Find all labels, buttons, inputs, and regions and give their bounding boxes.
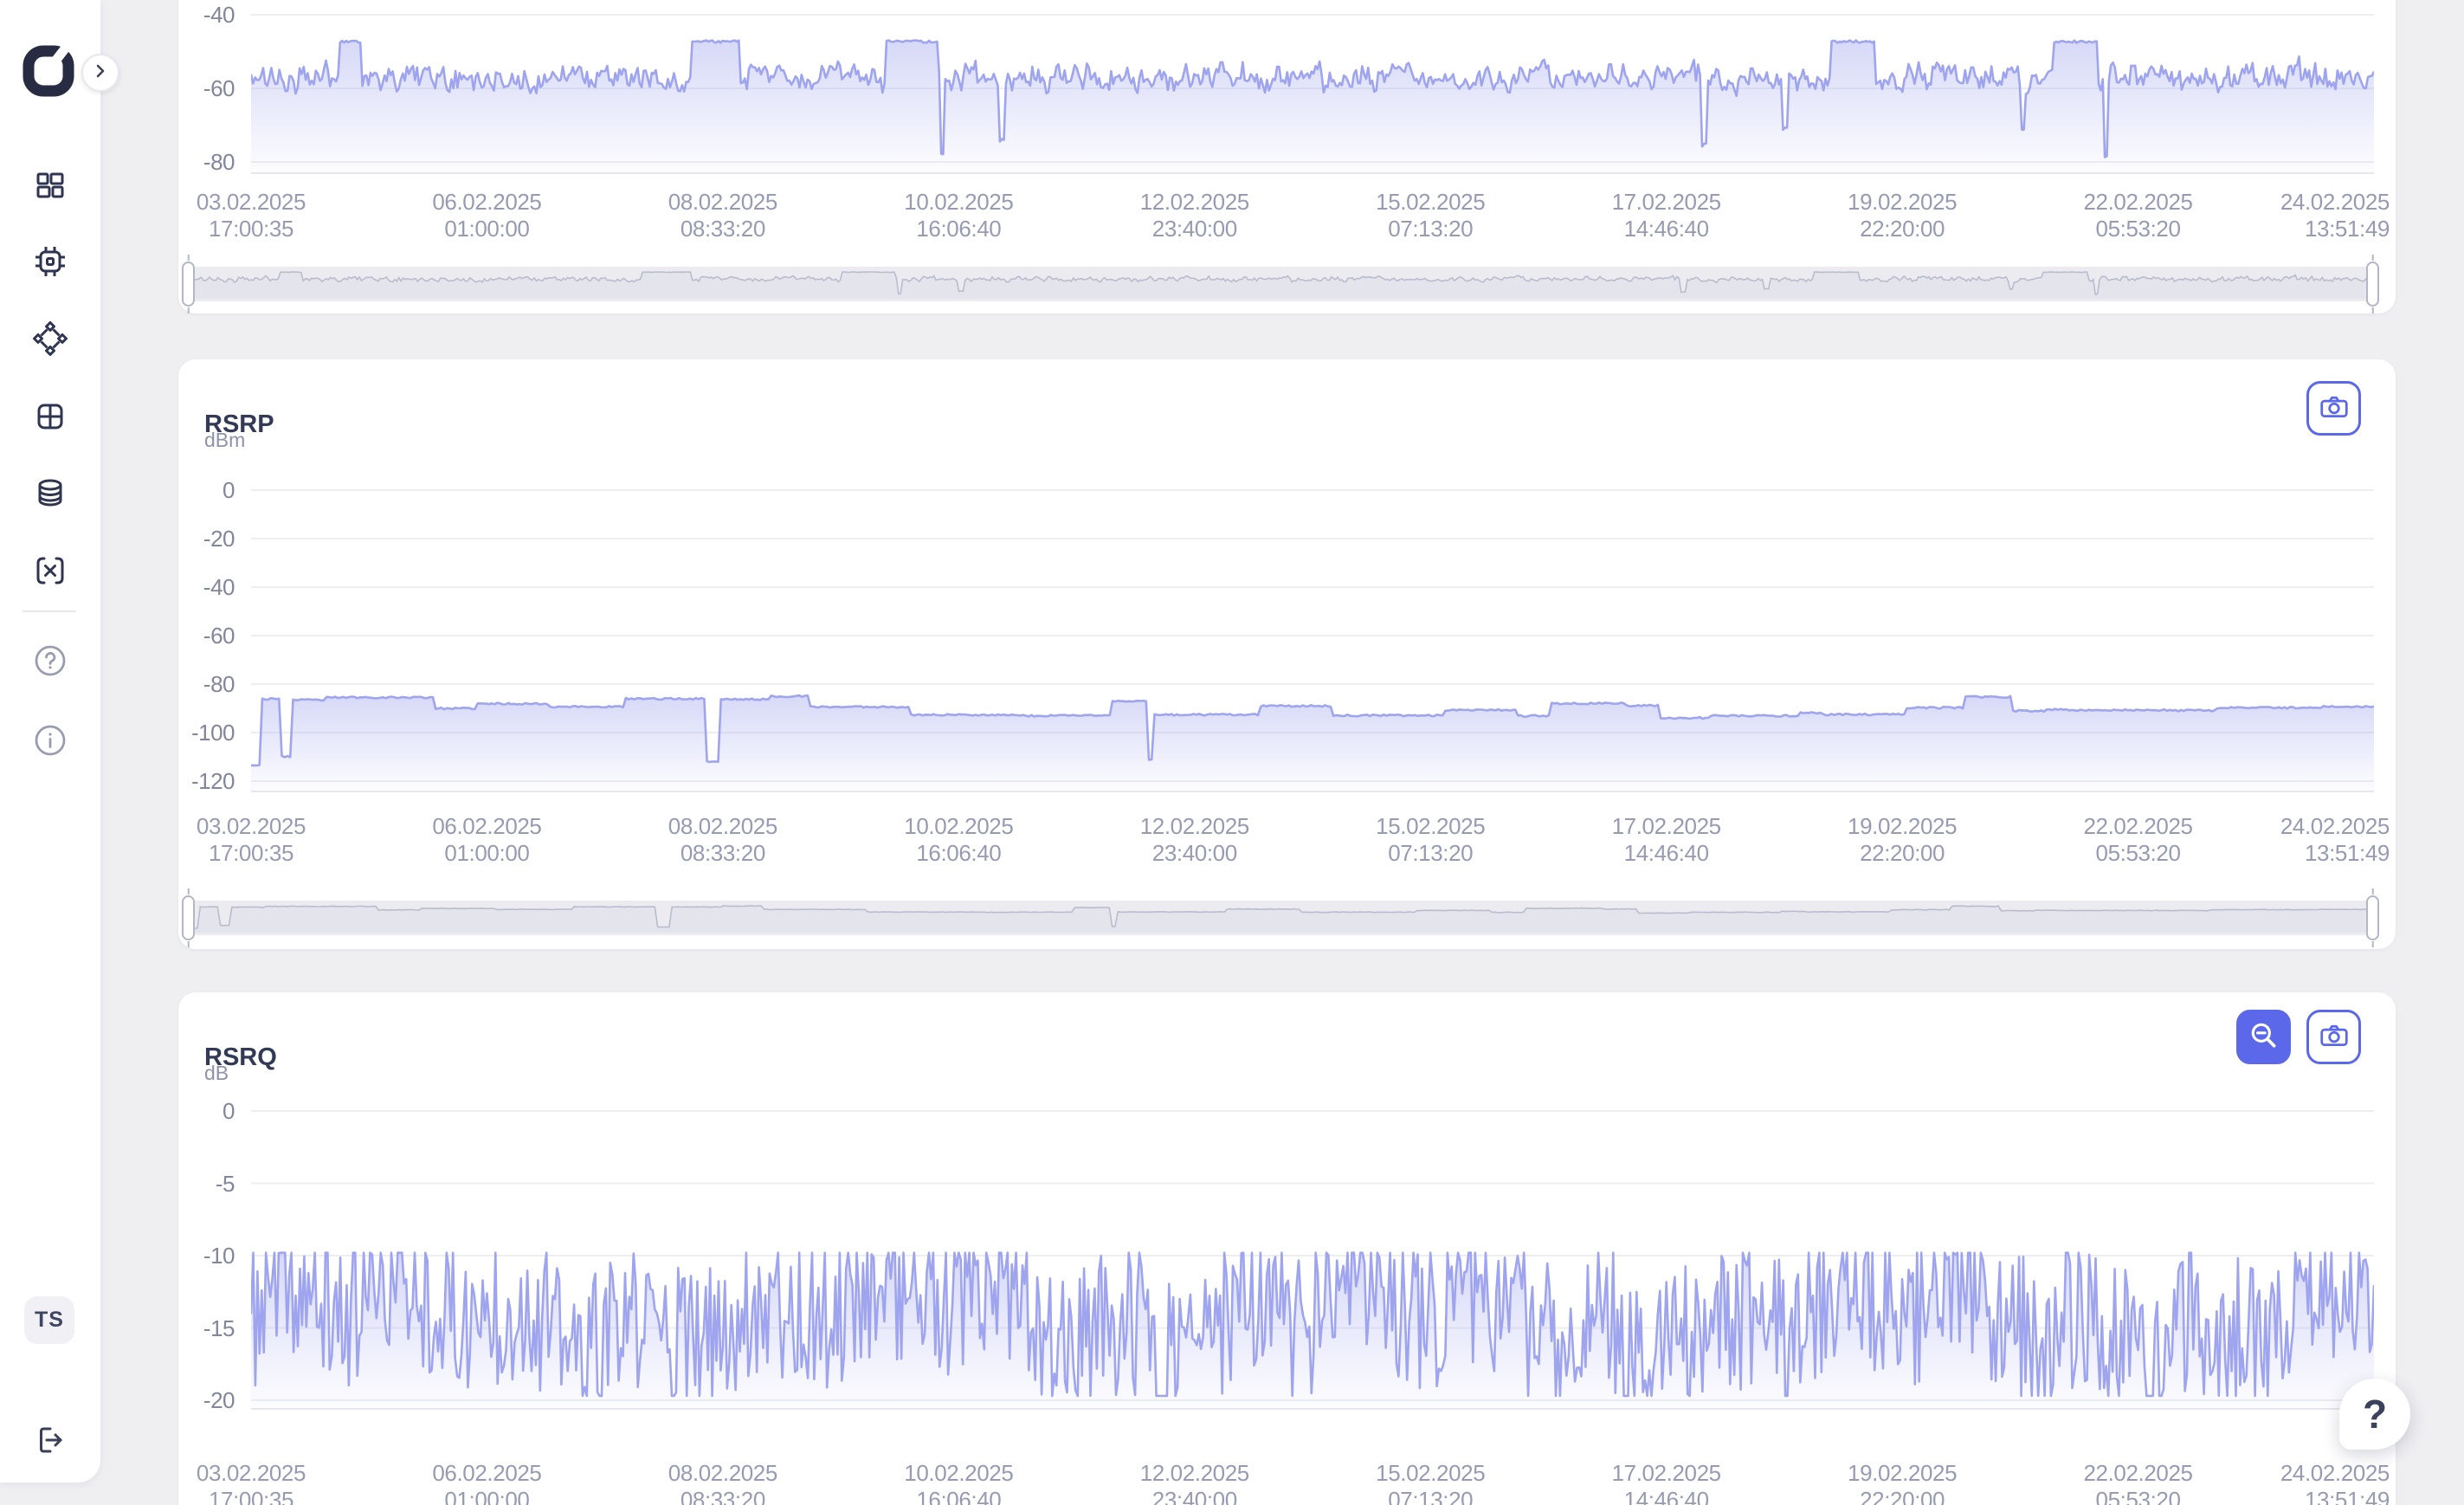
x-axis-label: 10.02.202516:06:40 — [904, 1460, 1013, 1505]
screenshot-button[interactable] — [2306, 381, 2361, 436]
camera-icon — [2319, 391, 2350, 425]
screenshot-button[interactable] — [2306, 1010, 2361, 1064]
chart-plot-area[interactable] — [251, 475, 2374, 812]
x-axis: 03.02.202517:00:3506.02.202501:00:0008.0… — [251, 813, 2374, 874]
chart-card-rsrq: RSRQ dB 0-5-10-15-20 03.02.202517 — [178, 992, 2396, 1505]
sidebar-divider — [23, 610, 76, 612]
x-axis-label: 17.02.202514:46:40 — [1612, 189, 1721, 242]
user-avatar[interactable]: TS — [24, 1296, 74, 1344]
x-axis-label: 08.02.202508:33:20 — [668, 1460, 777, 1505]
y-axis-label: -120 — [178, 768, 235, 794]
sidebar-item-tables[interactable] — [32, 398, 68, 435]
x-axis-label: 10.02.202516:06:40 — [904, 189, 1013, 242]
x-axis-label: 19.02.202522:20:00 — [1848, 189, 1957, 242]
sidebar: TS — [0, 0, 100, 1482]
dashboard-icon — [32, 192, 68, 207]
zoom-out-button[interactable] — [2236, 1010, 2291, 1064]
table-icon — [32, 423, 68, 438]
y-axis-label: -5 — [178, 1171, 235, 1197]
y-axis-label: -60 — [178, 75, 235, 101]
y-axis-label: 0 — [178, 1098, 235, 1124]
brand-logo[interactable] — [21, 43, 76, 99]
app-root: -40-60-80 03.02.202517:00:3506.02.202501… — [0, 0, 2464, 1505]
navigator-left-handle[interactable] — [182, 895, 195, 940]
chip-icon — [32, 268, 68, 283]
x-axis-label: 17.02.202514:46:40 — [1612, 1460, 1721, 1505]
x-axis-label: 10.02.202516:06:40 — [904, 813, 1013, 867]
y-axis-label: -60 — [178, 623, 235, 649]
chart-unit-label: dB — [204, 1062, 229, 1085]
navigator-right-handle[interactable] — [2366, 895, 2379, 940]
y-axis-label: -80 — [178, 149, 235, 175]
x-axis-label: 03.02.202517:00:35 — [197, 1460, 306, 1505]
sidebar-expand-button[interactable] — [81, 54, 119, 92]
x-axis: 03.02.202517:00:3506.02.202501:00:0008.0… — [251, 1460, 2374, 1505]
sidebar-item-database[interactable] — [32, 475, 68, 512]
logout-button[interactable] — [32, 1422, 68, 1458]
x-axis-label: 19.02.202522:20:00 — [1848, 1460, 1957, 1505]
y-axis-label: -20 — [178, 526, 235, 552]
x-axis-label: 06.02.202501:00:00 — [432, 813, 541, 867]
chart-card-rsrp: RSRP dBm 0-20-40-60-80-100-120 03.02.202… — [178, 359, 2396, 949]
x-axis-label: 12.02.202523:40:00 — [1140, 1460, 1249, 1505]
x-axis-label: 06.02.202501:00:00 — [432, 189, 541, 242]
sidebar-item-help[interactable] — [32, 643, 68, 679]
sidebar-item-dashboard[interactable] — [32, 167, 68, 203]
camera-icon — [2319, 1020, 2350, 1054]
x-axis-label: 08.02.202508:33:20 — [668, 189, 777, 242]
variables-icon — [32, 578, 68, 592]
range-navigator[interactable] — [189, 267, 2372, 301]
y-axis-label: -40 — [178, 2, 235, 28]
topology-icon — [32, 346, 68, 360]
chart-plot-area[interactable] — [251, 1095, 2374, 1424]
y-axis-label: 0 — [178, 477, 235, 503]
y-axis-label: -40 — [178, 574, 235, 600]
navigator-right-handle[interactable] — [2366, 262, 2379, 307]
x-axis-label: 03.02.202517:00:35 — [197, 189, 306, 242]
chart-unit-label: dBm — [204, 429, 245, 452]
x-axis-label: 03.02.202517:00:35 — [197, 813, 306, 867]
sidebar-item-info[interactable] — [32, 722, 68, 759]
help-bubble-button[interactable]: ? — [2339, 1379, 2410, 1450]
x-axis-label: 15.02.202507:13:20 — [1376, 813, 1485, 867]
x-axis-label: 08.02.202508:33:20 — [668, 813, 777, 867]
x-axis-label: 12.02.202523:40:00 — [1140, 189, 1249, 242]
x-axis-label: 24.02.202513:51:49 — [2280, 1460, 2390, 1505]
x-axis: 03.02.202517:00:3506.02.202501:00:0008.0… — [251, 189, 2374, 249]
sidebar-item-variables[interactable] — [32, 552, 68, 589]
y-axis-label: -80 — [178, 671, 235, 697]
logout-icon — [32, 1447, 68, 1462]
zoom-out-icon — [2248, 1020, 2280, 1054]
range-navigator[interactable] — [189, 901, 2372, 935]
x-axis-label: 17.02.202514:46:40 — [1612, 813, 1721, 867]
x-axis-label: 22.02.202505:53:20 — [2083, 189, 2192, 242]
x-axis-label: 15.02.202507:13:20 — [1376, 1460, 1485, 1505]
x-axis-label: 15.02.202507:13:20 — [1376, 189, 1485, 242]
chart-card-top: -40-60-80 03.02.202517:00:3506.02.202501… — [178, 0, 2396, 313]
help-icon — [32, 668, 68, 682]
chart-plot-area[interactable] — [251, 0, 2374, 184]
y-axis-label: -100 — [178, 720, 235, 746]
navigator-left-handle[interactable] — [182, 262, 195, 307]
x-axis-label: 24.02.202513:51:49 — [2280, 813, 2390, 867]
x-axis-label: 12.02.202523:40:00 — [1140, 813, 1249, 867]
info-icon — [32, 747, 68, 762]
y-axis-label: -20 — [178, 1387, 235, 1413]
x-axis-label: 22.02.202505:53:20 — [2083, 813, 2192, 867]
x-axis-label: 22.02.202505:53:20 — [2083, 1460, 2192, 1505]
x-axis-label: 24.02.202513:51:49 — [2280, 189, 2390, 242]
chevron-right-icon — [92, 62, 109, 84]
sidebar-item-topology[interactable] — [32, 320, 68, 357]
y-axis-label: -15 — [178, 1315, 235, 1341]
x-axis-label: 19.02.202522:20:00 — [1848, 813, 1957, 867]
database-icon — [32, 501, 68, 515]
y-axis-label: -10 — [178, 1243, 235, 1269]
sidebar-item-devices[interactable] — [32, 243, 68, 280]
x-axis-label: 06.02.202501:00:00 — [432, 1460, 541, 1505]
